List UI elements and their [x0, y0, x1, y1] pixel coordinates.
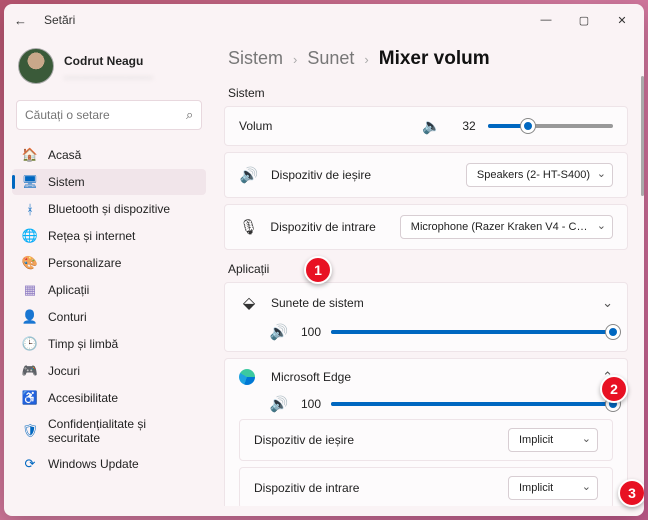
app-in-select[interactable]: Implicit	[508, 476, 598, 500]
app-volume-slider[interactable]	[331, 402, 613, 406]
close-button[interactable]: ✕	[610, 14, 634, 27]
app-out-device-row: Dispozitiv de ieșire Implicit	[239, 419, 613, 461]
profile-name: Codrut Neagu	[64, 54, 153, 68]
nav-label: Rețea și internet	[48, 229, 135, 243]
sidebar-item-0[interactable]: 🏠 Acasă	[12, 142, 206, 168]
breadcrumb: Sistem › Sunet › Mixer volum	[224, 40, 634, 84]
app-in-label: Dispozitiv de intrare	[254, 481, 496, 495]
nav-icon: ⟳	[22, 456, 38, 472]
annotation-badge-2: 2	[600, 375, 628, 403]
nav-label: Personalizare	[48, 256, 121, 270]
volume-label: Volum	[239, 119, 272, 133]
nav-label: Bluetooth și dispozitive	[48, 202, 170, 216]
search-input[interactable]	[25, 108, 180, 122]
chevron-right-icon: ›	[293, 52, 297, 67]
volume-slider[interactable]	[488, 124, 613, 128]
back-button[interactable]: ←	[14, 13, 34, 28]
nav-label: Accesibilitate	[48, 391, 118, 405]
sidebar-item-11[interactable]: ⟳ Windows Update	[12, 451, 206, 477]
sidebar-item-5[interactable]: ▦ Aplicații	[12, 277, 206, 303]
crumb-current: Mixer volum	[379, 48, 490, 70]
output-device-card: 🔊 Dispozitiv de ieșire Speakers (2- HT-S…	[224, 152, 628, 198]
chevron-right-icon: ›	[364, 52, 368, 67]
nav-icon: 🖥	[22, 174, 38, 190]
sidebar-item-1[interactable]: 🖥 Sistem	[12, 169, 206, 195]
nav-label: Windows Update	[48, 457, 139, 471]
in-device-label: Dispozitiv de intrare	[270, 220, 375, 234]
sidebar-item-8[interactable]: 🎮 Jocuri	[12, 358, 206, 384]
nav-label: Jocuri	[48, 364, 80, 378]
profile-email: ________________	[64, 68, 153, 79]
nav-label: Confidențialitate și securitate	[48, 417, 196, 445]
nav-icon: ▦	[22, 282, 38, 298]
sidebar-item-7[interactable]: 🕒 Timp și limbă	[12, 331, 206, 357]
minimize-button[interactable]: —	[534, 14, 558, 27]
scrollbar[interactable]	[638, 76, 644, 508]
maximize-button[interactable]: ▢	[572, 14, 596, 27]
sidebar-item-3[interactable]: 🌐 Rețea și internet	[12, 223, 206, 249]
speaker-icon: 🔊	[239, 166, 259, 184]
nav-label: Sistem	[48, 175, 85, 189]
search-icon: ⌕	[186, 107, 193, 123]
sidebar-item-4[interactable]: 🎨 Personalizare	[12, 250, 206, 276]
app-block-1: Microsoft Edge ⌃ 🔊 100 Dispozitiv de ieș…	[224, 358, 628, 506]
speaker-device-icon: ⬙	[243, 295, 255, 312]
app-volume-slider[interactable]	[331, 330, 613, 334]
volume-card: Volum 🔈 32	[224, 106, 628, 146]
nav-icon: 🌐	[22, 228, 38, 244]
app-out-label: Dispozitiv de ieșire	[254, 433, 496, 447]
sidebar-item-2[interactable]: ᚼ Bluetooth și dispozitive	[12, 196, 206, 222]
nav-icon: 🎨	[22, 255, 38, 271]
volume-value: 32	[454, 119, 476, 133]
speaker-icon[interactable]: 🔈	[422, 117, 442, 135]
nav-icon: 🕒	[22, 336, 38, 352]
sidebar-item-6[interactable]: 👤 Conturi	[12, 304, 206, 330]
nav-icon: 🎮	[22, 363, 38, 379]
nav-label: Conturi	[48, 310, 87, 324]
crumb-sunet[interactable]: Sunet	[307, 48, 354, 69]
nav-label: Acasă	[48, 148, 81, 162]
nav-icon: 🏠	[22, 147, 38, 163]
section-sistem: Sistem	[224, 84, 628, 106]
window-title: Setări	[44, 13, 534, 27]
app-out-select[interactable]: Implicit	[508, 428, 598, 452]
input-device-select[interactable]: Microphone (Razer Kraken V4 - Chat)	[400, 215, 613, 239]
nav-icon: ᚼ	[22, 201, 38, 217]
search-box[interactable]: ⌕	[16, 100, 202, 130]
nav-label: Aplicații	[48, 283, 89, 297]
app-vol-num: 100	[299, 325, 321, 339]
app-name: Microsoft Edge	[271, 370, 590, 384]
out-device-label: Dispozitiv de ieșire	[271, 168, 371, 182]
input-device-card: 🎙 Dispozitiv de intrare Microphone (Raze…	[224, 204, 628, 250]
nav-icon: 👤	[22, 309, 38, 325]
nav-label: Timp și limbă	[48, 337, 118, 351]
app-in-device-row: Dispozitiv de intrare Implicit	[239, 467, 613, 506]
output-device-select[interactable]: Speakers (2- HT-S400)	[466, 163, 613, 187]
annotation-badge-3: 3	[618, 479, 644, 507]
speaker-icon[interactable]: 🔊	[269, 395, 289, 413]
crumb-sistem[interactable]: Sistem	[228, 48, 283, 69]
profile[interactable]: Codrut Neagu ________________	[12, 42, 206, 98]
annotation-badge-1: 1	[304, 256, 332, 284]
nav-icon: ♿	[22, 390, 38, 406]
edge-icon	[239, 369, 255, 385]
avatar	[18, 48, 54, 84]
nav-icon: 🛡	[22, 423, 38, 439]
sidebar-item-9[interactable]: ♿ Accesibilitate	[12, 385, 206, 411]
app-block-0: ⬙ Sunete de sistem ⌄ 🔊 100	[224, 282, 628, 352]
speaker-icon[interactable]: 🔊	[269, 323, 289, 341]
section-apps: Aplicații	[224, 260, 628, 282]
microphone-icon: 🎙	[239, 218, 258, 236]
chevron-down-icon[interactable]: ⌄	[602, 295, 613, 311]
sidebar-item-10[interactable]: 🛡 Confidențialitate și securitate	[12, 412, 206, 450]
app-vol-num: 100	[299, 397, 321, 411]
app-name: Sunete de sistem	[271, 296, 590, 310]
